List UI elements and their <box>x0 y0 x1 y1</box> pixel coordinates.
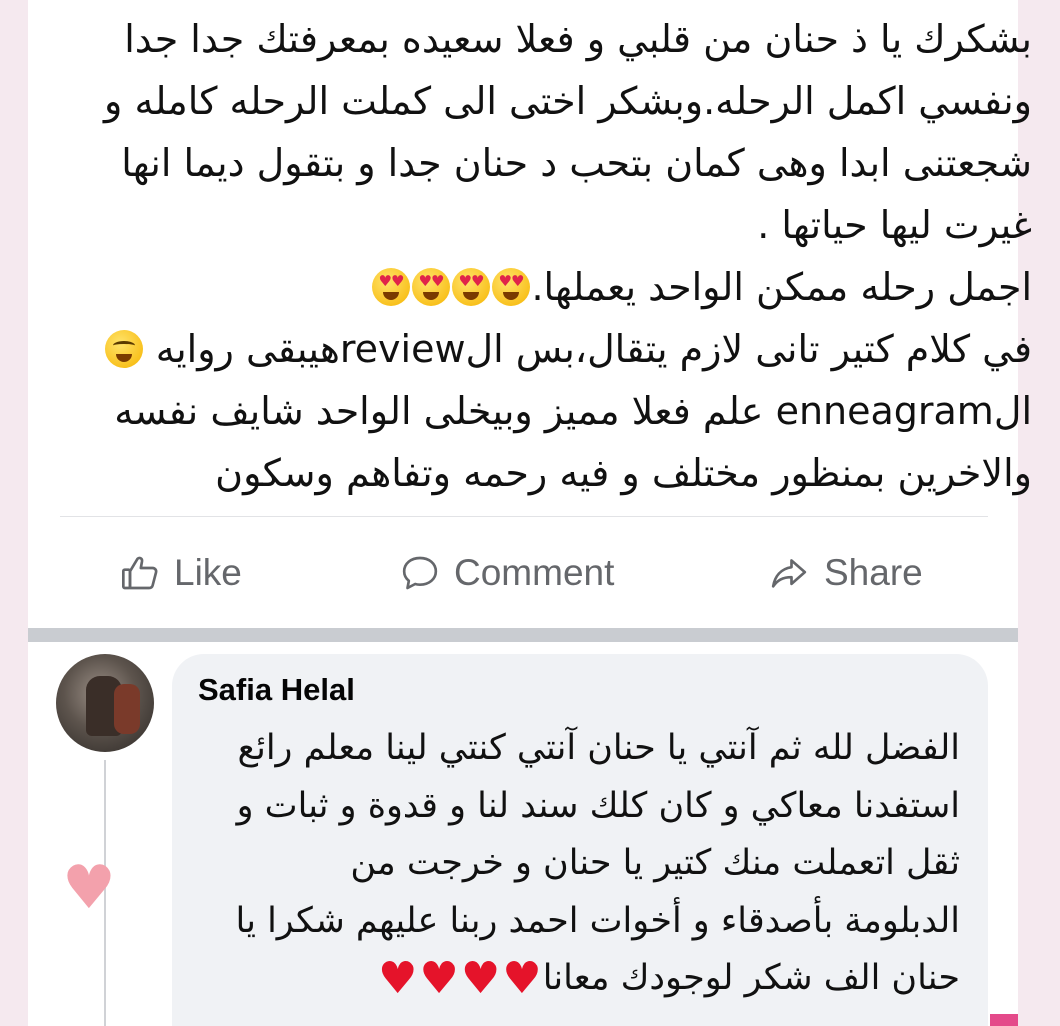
red-heart-emoji-icon: ♥ <box>377 953 418 1004</box>
like-label: Like <box>174 552 242 593</box>
comment-line-1: الفضل لله ثم آنتي يا حنان آنتي كنتي لينا… <box>237 728 960 768</box>
screenshot-page: بشكرك يا ذ حنان من قلبي و فعلا سعيده بمع… <box>0 0 1060 1026</box>
heart-eyes-emoji-icon <box>492 268 531 306</box>
corner-accent <box>990 1014 1018 1026</box>
post-line-7: الenneagram علم فعلا مميز وبيخلى الواحد … <box>114 389 1032 433</box>
post-text: بشكرك يا ذ حنان من قلبي و فعلا سعيده بمع… <box>102 8 1032 504</box>
commenter-name[interactable]: Safia Helal <box>198 672 355 708</box>
heart-eyes-emoji-icon <box>412 268 451 306</box>
like-button[interactable]: Like <box>120 538 242 608</box>
grinning-emoji-icon <box>104 330 143 368</box>
comment-text: الفضل لله ثم آنتي يا حنان آنتي كنتي لينا… <box>180 720 960 1008</box>
comment-line-5: حنان الف شكر لوجودك معانا♥♥♥♥ <box>180 950 960 1008</box>
post-line-2: ونفسي اكمل الرحله.وبشكر اختى الى كملت ال… <box>104 79 1032 123</box>
post-line-5-text: اجمل رحله ممكن الواحد يعملها. <box>531 265 1032 309</box>
heart-eyes-emoji-icon <box>452 268 491 306</box>
red-heart-emoji-icon: ♥ <box>502 953 542 1004</box>
share-button[interactable]: Share <box>768 538 923 608</box>
heart-reaction-icon[interactable]: ♥ <box>62 858 116 918</box>
comment-line-5-text: حنان الف شكر لوجودك معانا <box>542 958 960 998</box>
post-line-1: بشكرك يا ذ حنان من قلبي و فعلا سعيده بمع… <box>124 17 1032 61</box>
post-line-6: في كلام كتير تانى لازم يتقال،بس الreview… <box>102 318 1032 380</box>
post-line-6-text: في كلام كتير تانى لازم يتقال،بس الreview… <box>155 327 1032 371</box>
avatar-figure-2 <box>114 684 140 734</box>
action-divider <box>60 516 988 517</box>
post-line-8: والاخرين بمنظور مختلف و فيه رحمه وتفاهم … <box>215 451 1032 495</box>
red-heart-emoji-icon: ♥ <box>460 953 501 1004</box>
heart-eyes-emoji-icon <box>372 268 411 306</box>
share-arrow-icon <box>771 559 807 588</box>
post-line-4: غيرت ليها حياتها . <box>757 203 1032 247</box>
comment-label: Comment <box>454 552 615 593</box>
red-heart-emoji-icon: ♥ <box>419 953 459 1004</box>
comment-line-4: الدبلومة بأصدقاء و أخوات احمد ربنا عليهم… <box>235 900 960 941</box>
thumbs-up-icon <box>122 556 158 590</box>
comment-button[interactable]: Comment <box>400 538 614 608</box>
share-label: Share <box>824 552 923 593</box>
comment-line-3: ثقل اتعملت منك كتير يا حنان و خرجت من <box>350 843 960 883</box>
post-action-bar: Like Comment Share <box>60 538 988 608</box>
section-separator <box>28 628 1018 642</box>
comment-line-2: استفدنا معاكي و كان كلك سند لنا و قدوة و… <box>236 785 960 826</box>
post-line-3: شجعتنى ابدا وهى كمان بتحب د حنان جدا و ب… <box>121 141 1032 185</box>
post-line-5: اجمل رحله ممكن الواحد يعملها. <box>102 256 1032 318</box>
avatar[interactable] <box>56 654 154 752</box>
speech-bubble-icon <box>402 556 438 590</box>
